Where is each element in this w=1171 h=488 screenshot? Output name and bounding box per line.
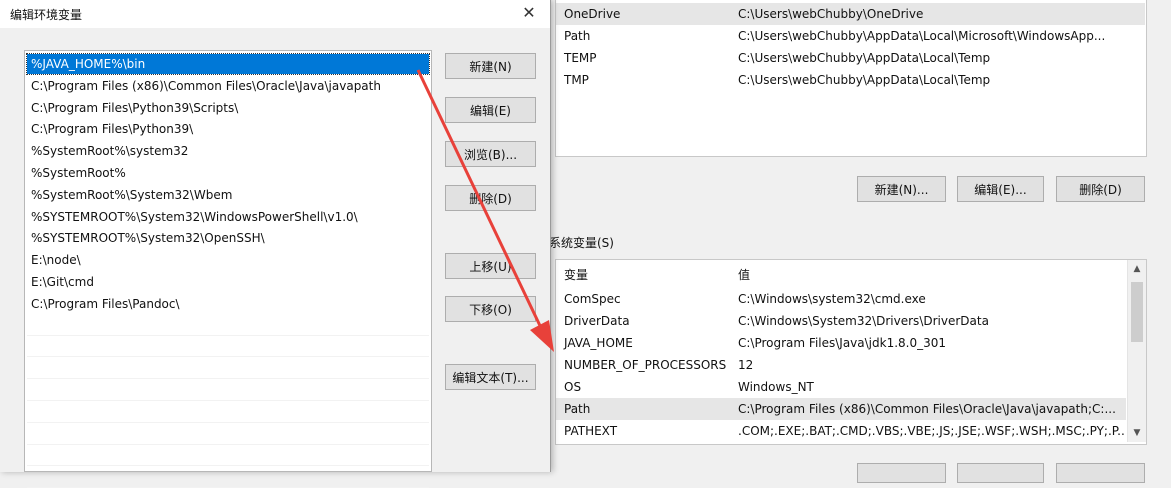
- variable-value: 12: [738, 358, 754, 372]
- dialog-title: 编辑环境变量: [10, 8, 83, 22]
- system-variables-label: 系统变量(S): [549, 236, 614, 250]
- path-entry[interactable]: C:\Program Files\Python39\Scripts\: [27, 98, 429, 118]
- system-variable-row[interactable]: Path C:\Program Files (x86)\Common Files\…: [556, 398, 1126, 420]
- variable-name: TEMP: [564, 51, 597, 65]
- variable-name: OS: [564, 380, 582, 394]
- delete-button[interactable]: 删除(D): [445, 185, 536, 211]
- column-header-variable[interactable]: 变量: [564, 264, 588, 286]
- system-variables-header[interactable]: 变量 值: [556, 264, 1126, 286]
- user-variable-row[interactable]: Path C:\Users\webChubby\AppData\Local\Mic…: [556, 25, 1145, 47]
- path-entry[interactable]: C:\Program Files (x86)\Common Files\Orac…: [27, 76, 429, 96]
- system-variable-row[interactable]: NUMBER_OF_PROCESSORS 12: [556, 354, 1126, 376]
- move-down-button[interactable]: 下移(O): [445, 296, 536, 322]
- move-up-button[interactable]: 上移(U): [445, 253, 536, 279]
- variable-value: C:\Program Files\Java\jdk1.8.0_301: [738, 336, 947, 350]
- variable-value: .COM;.EXE;.BAT;.CMD;.VBS;.VBE;.JS;.JSE;.…: [738, 424, 1126, 438]
- edit-text-button[interactable]: 编辑文本(T)...: [445, 364, 536, 390]
- system-edit-button[interactable]: [957, 463, 1044, 483]
- edit-button[interactable]: 编辑(E): [445, 97, 536, 123]
- variable-name: JAVA_HOME: [564, 336, 633, 350]
- variable-name: Path: [564, 29, 591, 43]
- variable-value: Windows_NT: [738, 380, 814, 394]
- path-entry-empty[interactable]: [27, 425, 429, 445]
- path-entry[interactable]: %SYSTEMROOT%\System32\OpenSSH\: [27, 228, 429, 248]
- path-entry-empty[interactable]: [27, 468, 429, 488]
- path-entry[interactable]: C:\Program Files\Python39\: [27, 119, 429, 139]
- path-entry-empty[interactable]: [27, 359, 429, 380]
- path-entry[interactable]: %SYSTEMROOT%\System32\WindowsPowerShell\…: [27, 207, 429, 227]
- path-entry-empty[interactable]: [27, 403, 429, 423]
- scroll-up-icon[interactable]: ▲: [1128, 260, 1146, 278]
- system-variable-row[interactable]: JAVA_HOME C:\Program Files\Java\jdk1.8.0_…: [556, 332, 1126, 354]
- scroll-down-icon[interactable]: ▼: [1128, 424, 1146, 442]
- path-entry[interactable]: %SystemRoot%: [27, 163, 429, 183]
- user-new-button[interactable]: 新建(N)...: [857, 176, 946, 202]
- variable-value: C:\Users\webChubby\OneDrive: [738, 7, 924, 21]
- path-entry[interactable]: C:\Program Files\Pandoc\: [27, 294, 429, 314]
- variable-value: C:\Users\webChubby\AppData\Local\Microso…: [738, 29, 1106, 43]
- system-variables-list[interactable]: 变量 值 ▲ ▼ ComSpec C:\Windows\system32\cmd.…: [555, 259, 1147, 445]
- variable-value: C:\Program Files (x86)\Common Files\Orac…: [738, 402, 1116, 416]
- path-entries-list[interactable]: %JAVA_HOME%\bin C:\Program Files (x86)\Co…: [24, 50, 432, 488]
- user-variable-row[interactable]: TEMP C:\Users\webChubby\AppData\Local\Tem…: [556, 47, 1145, 69]
- path-entry[interactable]: %SystemRoot%\system32: [27, 141, 429, 161]
- edit-environment-variable-dialog: 编辑环境变量 ✕ %JAVA_HOME%\bin C:\Program Files…: [0, 0, 551, 488]
- browse-button[interactable]: 浏览(B)...: [445, 141, 536, 167]
- path-entry-empty[interactable]: [27, 381, 429, 401]
- path-entry[interactable]: E:\node\: [27, 250, 429, 270]
- variable-value: C:\Windows\System32\Drivers\DriverData: [738, 314, 989, 328]
- variable-value: C:\Users\webChubby\AppData\Local\Temp: [738, 73, 991, 87]
- path-entry-empty[interactable]: [27, 337, 429, 358]
- user-variables-list[interactable]: OneDrive C:\Users\webChubby\OneDrive Path C…: [555, 0, 1147, 157]
- system-variable-row[interactable]: PATHEXT .COM;.EXE;.BAT;.CMD;.VBS;.VBE;.JS…: [556, 420, 1126, 442]
- system-variable-row[interactable]: OS Windows_NT: [556, 376, 1126, 398]
- new-button[interactable]: 新建(N): [445, 53, 536, 79]
- user-variable-row[interactable]: TMP C:\Users\webChubby\AppData\Local\Temp: [556, 69, 1145, 91]
- system-new-button[interactable]: [857, 463, 946, 483]
- user-edit-button[interactable]: 编辑(E)...: [957, 176, 1044, 202]
- path-entry[interactable]: E:\Git\cmd: [27, 272, 429, 292]
- user-delete-button[interactable]: 删除(D): [1056, 176, 1145, 202]
- variable-name: Path: [564, 402, 591, 416]
- path-entry-empty[interactable]: [27, 446, 429, 467]
- variable-name: DriverData: [564, 314, 630, 328]
- column-header-value[interactable]: 值: [738, 264, 1126, 286]
- close-icon[interactable]: ✕: [516, 2, 542, 24]
- system-variable-row[interactable]: DriverData C:\Windows\System32\Drivers\Dr…: [556, 310, 1126, 332]
- path-entry[interactable]: %JAVA_HOME%\bin: [26, 53, 430, 75]
- variable-value: C:\Users\webChubby\AppData\Local\Temp: [738, 51, 991, 65]
- system-variable-row[interactable]: ComSpec C:\Windows\system32\cmd.exe: [556, 288, 1126, 310]
- variable-name: PATHEXT: [564, 424, 618, 438]
- system-delete-button[interactable]: [1056, 463, 1145, 483]
- variable-name: ComSpec: [564, 292, 621, 306]
- path-entry[interactable]: %SystemRoot%\System32\Wbem: [27, 185, 429, 205]
- user-variable-row[interactable]: OneDrive C:\Users\webChubby\OneDrive: [556, 3, 1145, 25]
- variable-value: C:\Windows\system32\cmd.exe: [738, 292, 926, 306]
- variable-name: TMP: [564, 73, 589, 87]
- system-list-scrollbar[interactable]: ▲ ▼: [1127, 260, 1146, 442]
- variable-name: NUMBER_OF_PROCESSORS: [564, 358, 727, 372]
- scrollbar-thumb[interactable]: [1131, 282, 1143, 342]
- dialog-titlebar[interactable]: 编辑环境变量 ✕: [0, 0, 550, 28]
- path-entry-empty[interactable]: [27, 316, 429, 336]
- variable-name: OneDrive: [564, 7, 621, 21]
